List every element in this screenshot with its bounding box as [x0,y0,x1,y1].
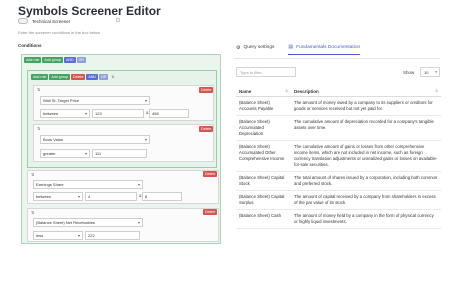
conditions-hint: Enter the screener conditions in the box… [18,30,101,35]
cell-name: (Balance Sheet) Capital Surplus [239,194,285,205]
and-toggle-button[interactable]: AND [63,57,76,63]
operator-select-value: greater [43,151,56,156]
table-row[interactable]: (Balance Sheet) Capital Stock The total … [236,172,441,191]
field-select[interactable]: Wall St. Target Price ▾ [40,96,150,105]
tab-fundamentals-documentation-label: Fundamentals Documentation [296,44,361,50]
operator-select[interactable]: between ▾ [40,109,90,118]
column-header-description-label: Description [294,88,319,94]
page-title: Symbols Screener Editor [18,4,161,18]
column-header-description[interactable]: Description ⇅ [291,86,441,96]
operator-select-value: between [43,111,59,116]
and-toggle-button[interactable]: AND [86,74,98,80]
tab-query-settings-label: Query settings [243,45,275,50]
cell-description: The cumulative amount of depreciation re… [294,119,434,130]
cell-name: (Balance Sheet) Accumulated Depreciation [239,119,270,136]
cell-name: (Balance Sheet) Accumulated Other Compre… [239,144,285,161]
sort-icon: ⇅ [285,89,288,93]
page-size-value: 10 [424,70,429,75]
add-group-button[interactable]: Add group [42,57,63,63]
page-size-select[interactable]: 10 ▾ [420,67,440,77]
table-row[interactable]: (Balance Sheet) Cash The amount of money… [236,210,441,229]
sliders-icon: ⚙ [236,44,241,51]
chevron-down-icon: ▾ [77,194,80,199]
value-input-1[interactable]: 111 [92,149,147,158]
value-input-2[interactable]: 8 [142,192,182,201]
cell-description: The amount of money held by a company in… [294,213,434,224]
sort-icon: ⇅ [435,89,438,93]
value-input-1[interactable]: 4 [85,192,137,201]
drag-handle-icon[interactable]: ⇅ [109,74,116,80]
operator-select[interactable]: less ▾ [33,231,83,240]
delete-rule-button[interactable]: Delete [199,126,214,132]
toggle-switch[interactable] [18,18,28,24]
delete-rule-button[interactable]: Delete [203,209,218,215]
show-label: Show [403,70,415,75]
chevron-down-icon: ▾ [144,98,147,103]
drag-handle-icon[interactable]: ⇅ [31,172,34,177]
column-header-name-label: Name [239,88,252,94]
operator-select-value: less [36,233,44,238]
cell-description: The amount of money owed by a company to… [294,100,433,111]
table-row[interactable]: (Balance Sheet) Accumulated Other Compre… [236,141,441,172]
cell-description: The cumulative amount of gains or losses… [294,144,438,167]
technical-screener-label: Technical Screener [32,18,71,24]
table-row[interactable]: (Balance Sheet) Accumulated Depreciation… [236,116,441,141]
value-input-1[interactable]: 123 [92,109,144,118]
cell-name: (Balance Sheet) Cash [239,213,282,218]
column-header-name[interactable]: Name ⇅ [236,86,291,96]
field-select-value: Book Value [43,137,64,142]
chevron-down-icon: ▾ [137,220,140,225]
cell-name: (Balance Sheet) Accounts Payable [239,100,274,111]
technical-screener-toggle-row[interactable]: Technical Screener [18,18,70,24]
tab-divider [234,58,440,59]
or-toggle-button[interactable]: OR [76,57,86,63]
field-select[interactable]: Earnings Share ▾ [33,180,143,189]
or-toggle-button[interactable]: OR [98,74,109,80]
add-group-button[interactable]: Add group [49,74,70,80]
cell-name: (Balance Sheet) Capital Stock [239,175,285,186]
operator-select[interactable]: greater ▾ [40,149,90,158]
cell-description: The amount of capital received by a comp… [294,194,436,205]
add-rule-button[interactable]: Add rule [31,74,49,80]
field-select[interactable]: Book Value ▾ [40,135,150,144]
chevron-down-icon: ▾ [77,233,80,238]
cell-description: The total amount of shares issued by a c… [294,175,438,186]
field-select[interactable]: (Balance Sheet) Net Receivables ▾ [33,218,143,227]
chevron-down-icon: ▾ [84,111,87,116]
chevron-down-icon: ▾ [84,151,87,156]
field-select-value: Earnings Share [36,182,64,187]
operator-select[interactable]: between ▾ [33,192,83,201]
table-row[interactable]: (Balance Sheet) Accounts Payable The amo… [236,97,441,116]
delete-rule-button[interactable]: Delete [199,87,214,93]
root-group-toolbar: Add rule Add group AND OR [24,57,86,63]
delete-group-button[interactable]: Delete [70,74,86,80]
chevron-down-icon: ▾ [137,182,140,187]
filter-input[interactable]: Type to filter [236,67,296,77]
table-row[interactable]: (Balance Sheet) Capital Surplus The amou… [236,191,441,210]
chevron-down-icon: ▾ [435,70,437,74]
drag-handle-icon[interactable]: ⇅ [31,210,34,215]
panel-tabs: ⚙ Query settings ▤ Fundamentals Document… [236,44,361,55]
value-input-2[interactable]: 456 [149,109,189,118]
field-select-value: Wall St. Target Price [43,98,80,103]
value-input-1[interactable]: 222 [85,231,140,240]
tab-query-settings[interactable]: ⚙ Query settings [236,44,274,55]
tab-fundamentals-documentation[interactable]: ▤ Fundamentals Documentation [288,44,361,55]
delete-rule-button[interactable]: Delete [203,171,218,177]
table-header: Name ⇅ Description ⇅ [236,86,441,97]
chevron-down-icon: ▾ [144,137,147,142]
documentation-table: Name ⇅ Description ⇅ (Balance Sheet) Acc… [236,86,441,229]
field-select-value: (Balance Sheet) Net Receivables [36,220,95,225]
conditions-label: Conditions [18,43,42,48]
drag-handle-icon[interactable]: ⇅ [37,87,40,92]
nested-group-toolbar: Add rule Add group Delete AND OR ⇅ [31,74,116,80]
add-rule-button[interactable]: Add rule [24,57,42,63]
operator-select-value: between [36,194,52,199]
book-icon: ▤ [288,44,294,50]
drag-handle-icon[interactable]: ⇅ [37,126,40,131]
technical-screener-checkbox[interactable] [116,18,120,22]
